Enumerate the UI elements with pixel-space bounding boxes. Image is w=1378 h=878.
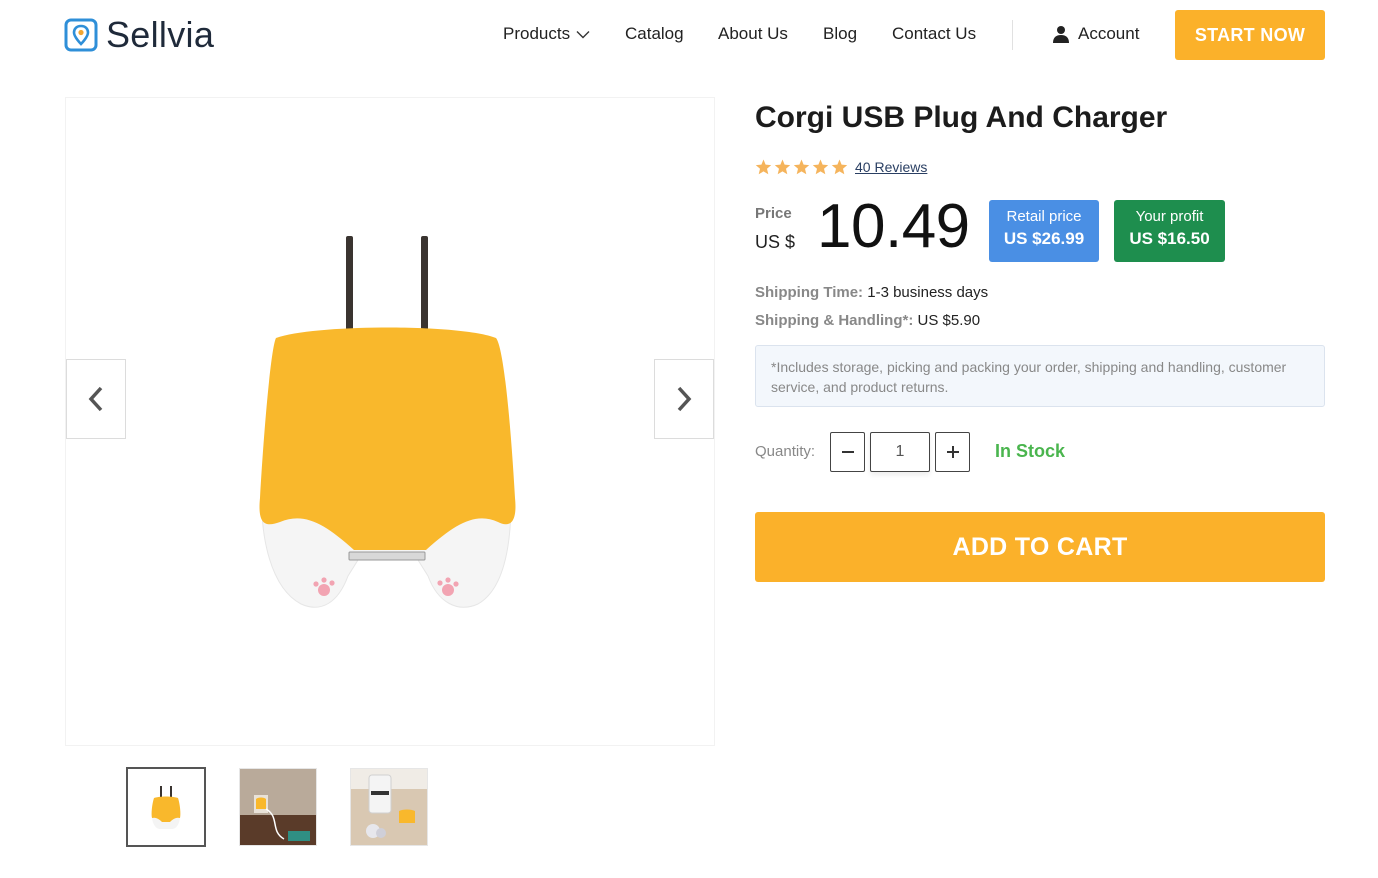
nav-products[interactable]: Products bbox=[503, 24, 590, 44]
quantity-input[interactable] bbox=[870, 432, 930, 472]
user-icon bbox=[1053, 26, 1069, 43]
thumbnail-image bbox=[351, 769, 427, 845]
product-main-image[interactable] bbox=[65, 97, 715, 746]
gallery-next-button[interactable] bbox=[654, 359, 714, 439]
shipping-handling-value: US $5.90 bbox=[917, 312, 981, 329]
reviews-link[interactable]: 40 Reviews bbox=[855, 159, 927, 176]
retail-price-label: Retail price bbox=[1006, 208, 1082, 225]
price-label: Price bbox=[755, 205, 792, 222]
quantity-label: Quantity: bbox=[755, 443, 816, 460]
star-icon bbox=[774, 159, 791, 175]
logo-text: Sellvia bbox=[106, 14, 215, 55]
logo-icon bbox=[64, 18, 98, 52]
nav-contact-us[interactable]: Contact Us bbox=[892, 24, 976, 44]
thumbnail-2[interactable] bbox=[239, 768, 317, 846]
thumbnail-image bbox=[240, 769, 316, 845]
nav-account-label: Account bbox=[1078, 24, 1140, 43]
nav-divider bbox=[1012, 20, 1013, 50]
retail-price-badge: Retail price US $26.99 bbox=[989, 200, 1099, 262]
chevron-left-icon bbox=[88, 386, 103, 412]
stock-status: In Stock bbox=[995, 441, 1066, 461]
nav-blog[interactable]: Blog bbox=[823, 24, 857, 44]
site-header: Sellvia Products Catalog About Us Blog C… bbox=[0, 0, 1378, 70]
shipping-handling: Shipping & Handling*: US $5.90 bbox=[755, 312, 980, 330]
thumbnail-3[interactable] bbox=[350, 768, 428, 846]
shipping-time: Shipping Time: 1-3 business days bbox=[755, 284, 988, 302]
plus-icon bbox=[946, 446, 959, 458]
retail-price-value: US $26.99 bbox=[1003, 229, 1085, 248]
profit-label: Your profit bbox=[1135, 208, 1204, 225]
profit-badge: Your profit US $16.50 bbox=[1114, 200, 1225, 262]
nav-products-label: Products bbox=[503, 24, 571, 43]
chevron-down-icon bbox=[576, 30, 590, 38]
star-icon bbox=[755, 159, 772, 175]
nav-about-us[interactable]: About Us bbox=[718, 24, 788, 44]
profit-value: US $16.50 bbox=[1129, 229, 1210, 248]
quantity-increase-button[interactable] bbox=[935, 432, 970, 472]
shipping-time-value: 1-3 business days bbox=[867, 284, 989, 301]
price-value: 10.49 bbox=[817, 192, 970, 261]
nav-catalog[interactable]: Catalog bbox=[625, 24, 684, 44]
add-to-cart-button[interactable]: ADD TO CART bbox=[755, 512, 1325, 582]
star-rating bbox=[755, 159, 850, 175]
thumbnail-1[interactable] bbox=[126, 767, 206, 847]
shipping-time-label: Shipping Time: bbox=[755, 284, 864, 301]
product-image bbox=[259, 236, 516, 608]
star-icon bbox=[812, 159, 829, 175]
star-icon bbox=[793, 159, 810, 175]
product-title: Corgi USB Plug And Charger bbox=[755, 101, 1168, 134]
gallery-prev-button[interactable] bbox=[66, 359, 126, 439]
start-now-button[interactable]: START NOW bbox=[1175, 10, 1325, 60]
star-icon bbox=[831, 159, 848, 175]
shipping-note: *Includes storage, picking and packing y… bbox=[755, 345, 1325, 407]
price-currency: US $ bbox=[755, 232, 796, 252]
quantity-decrease-button[interactable] bbox=[830, 432, 865, 472]
shipping-handling-label: Shipping & Handling*: bbox=[755, 312, 914, 329]
nav-account[interactable]: Account bbox=[1052, 24, 1139, 44]
chevron-right-icon bbox=[677, 386, 692, 412]
logo[interactable]: Sellvia bbox=[64, 16, 214, 54]
thumbnail-image bbox=[128, 769, 204, 845]
minus-icon bbox=[841, 451, 854, 453]
